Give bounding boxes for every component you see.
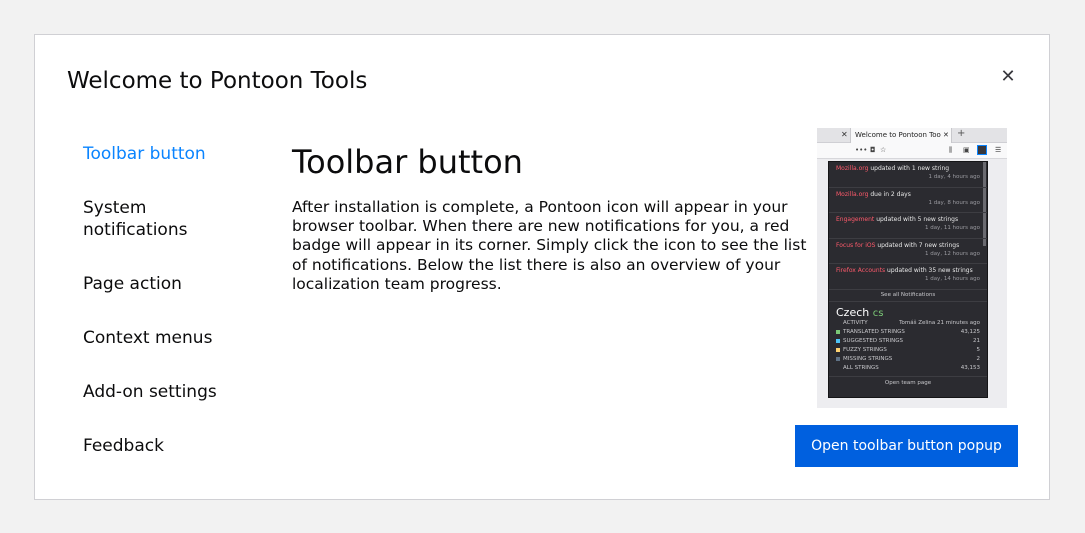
preview-sidebar-icon: ▣: [963, 146, 970, 154]
preview-stat-value: 2: [976, 355, 981, 362]
sidebar-nav: Toolbar button System notifications Page…: [83, 143, 263, 489]
preview-library-icon: ⫼: [949, 146, 953, 154]
section-description: After installation is complete, a Pontoo…: [292, 198, 807, 293]
preview-notification-text: updated with 35 new strings: [885, 267, 973, 274]
preview-team-code: cs: [872, 307, 884, 319]
nav-item-toolbar-button[interactable]: Toolbar button: [83, 143, 263, 165]
preview-stat-label: TRANSLATED STRINGS: [843, 328, 905, 335]
nav-item-context-menus[interactable]: Context menus: [83, 327, 263, 349]
preview-fuzzy-swatch: [836, 348, 840, 352]
preview-notification-text: updated with 5 new strings: [874, 216, 959, 223]
preview-suggested-swatch: [836, 339, 840, 343]
preview-hamburger-icon: ☰: [995, 146, 1002, 154]
preview-notification-text: updated with 7 new strings: [875, 241, 960, 249]
preview-url-bar: ••• ◘ ☆ ⫼ ▣ ☰: [817, 143, 1007, 159]
close-icon[interactable]: ✕: [997, 65, 1019, 87]
preview-notification: Engagement updated with 5 new strings 1 …: [829, 213, 987, 239]
preview-stat-row: ALL STRINGS 43,153: [836, 364, 980, 373]
nav-item-page-action[interactable]: Page action: [83, 273, 263, 295]
preview-activity-value: Tomáš Zelina 21 minutes ago: [899, 319, 980, 326]
dialog-title: Welcome to Pontoon Tools: [67, 68, 368, 94]
preview-tab: Welcome to Pontoon Too ✕: [850, 128, 952, 143]
preview-missing-swatch: [836, 357, 840, 361]
preview-pocket-icon: ◘: [870, 146, 876, 154]
toolbar-popup-screenshot: ✕ Welcome to Pontoon Too ✕ + ••• ◘ ☆ ⫼ ▣…: [817, 128, 1007, 408]
preview-notification-time: 1 day, 4 hours ago: [928, 174, 980, 180]
section-title: Toolbar button: [292, 143, 523, 181]
preview-tab-close-icon: ✕: [841, 130, 848, 139]
preview-notification-project: Focus for iOS: [836, 241, 876, 249]
preview-notification-time: 1 day, 11 hours ago: [924, 225, 980, 231]
preview-new-tab-icon: +: [957, 128, 966, 139]
preview-stat-label: SUGGESTED STRINGS: [843, 337, 903, 344]
preview-open-team-link: Open team page: [829, 375, 987, 386]
open-toolbar-popup-button[interactable]: Open toolbar button popup: [795, 425, 1018, 467]
preview-stat-value: 43,125: [960, 328, 980, 335]
preview-pontoon-icon: [977, 145, 987, 155]
preview-notification-project: Mozilla.org: [836, 190, 869, 198]
preview-team-heading: Czech cs: [836, 306, 980, 319]
preview-stat-value: 43,153: [960, 364, 980, 371]
preview-team-info: Czech cs ACTIVITY Tomáš Zelina 21 minute…: [829, 302, 987, 373]
preview-notification-project: Engagement: [836, 216, 875, 223]
welcome-dialog: Welcome to Pontoon Tools ✕ Toolbar butto…: [34, 34, 1050, 500]
preview-translated-swatch: [836, 330, 840, 334]
preview-stat-label: FUZZY STRINGS: [843, 346, 887, 353]
preview-notification: Mozilla.org updated with 1 new string 1 …: [829, 162, 987, 188]
preview-stat-row: TRANSLATED STRINGS 43,125: [836, 328, 980, 337]
preview-tab-title: Welcome to Pontoon Too: [855, 131, 941, 139]
nav-item-system-notifications[interactable]: System notifications: [83, 197, 223, 241]
preview-notification: Focus for iOS updated with 7 new strings…: [829, 239, 987, 264]
preview-activity-row: ACTIVITY Tomáš Zelina 21 minutes ago: [836, 319, 980, 328]
preview-menu-dots-icon: •••: [855, 146, 868, 154]
preview-stat-row: SUGGESTED STRINGS 21: [836, 337, 980, 346]
preview-notification-time: 1 day, 8 hours ago: [928, 199, 980, 206]
preview-stat-label: MISSING STRINGS: [843, 355, 893, 362]
preview-popup-panel: Mozilla.org updated with 1 new string 1 …: [828, 161, 988, 398]
preview-notification-project: Mozilla.org: [836, 165, 869, 172]
preview-notification-time: 1 day, 14 hours ago: [924, 276, 980, 282]
preview-activity-label: ACTIVITY: [843, 319, 868, 326]
preview-tab-strip: ✕ Welcome to Pontoon Too ✕ +: [817, 128, 1007, 143]
preview-stat-row: MISSING STRINGS 2: [836, 355, 980, 364]
preview-notification: Mozilla.org due in 2 days 1 day, 8 hours…: [829, 188, 987, 213]
preview-notification: Firefox Accounts updated with 35 new str…: [829, 264, 987, 290]
preview-stat-row: FUZZY STRINGS 5: [836, 346, 980, 355]
preview-see-all-link: See all Notifications: [829, 290, 987, 302]
preview-stat-value: 21: [973, 337, 980, 344]
preview-notification-time: 1 day, 12 hours ago: [924, 250, 980, 257]
preview-notification-text: updated with 1 new string: [868, 165, 950, 172]
preview-stat-value: 5: [976, 346, 981, 353]
preview-star-icon: ☆: [880, 146, 887, 154]
preview-team-name: Czech: [836, 305, 870, 319]
preview-stat-label: ALL STRINGS: [843, 364, 879, 371]
preview-notification-project: Firefox Accounts: [836, 267, 886, 274]
nav-item-addon-settings[interactable]: Add-on settings: [83, 381, 263, 403]
preview-notification-text: due in 2 days: [868, 190, 911, 198]
nav-item-feedback[interactable]: Feedback: [83, 435, 263, 457]
